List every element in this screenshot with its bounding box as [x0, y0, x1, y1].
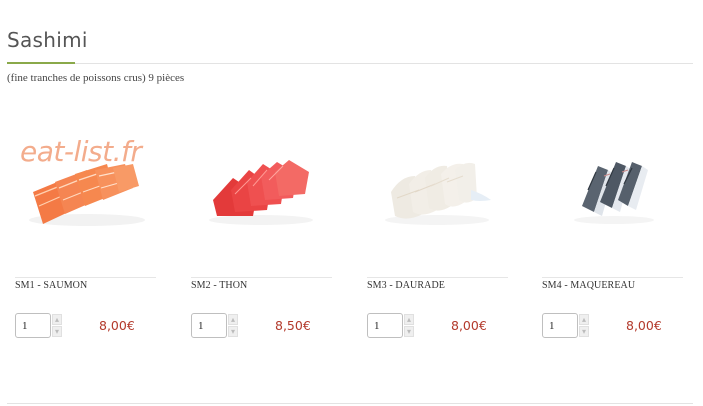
product-card-sea-bream: SM3 - DAURADE ▴ ▾ 8,00€: [367, 120, 508, 350]
chevron-up-icon[interactable]: ▴: [228, 314, 238, 325]
watermark: eat-list.fr: [20, 135, 142, 168]
chevron-up-icon[interactable]: ▴: [52, 314, 62, 325]
title-accent-bar: [7, 62, 75, 64]
tuna-sashimi-image[interactable]: [191, 120, 332, 250]
chevron-down-icon[interactable]: ▾: [579, 326, 589, 337]
quantity-input[interactable]: [191, 313, 227, 338]
chevron-down-icon[interactable]: ▾: [404, 326, 414, 337]
product-name[interactable]: SM1 - SAUMON: [15, 280, 87, 291]
product-name[interactable]: SM3 - DAURADE: [367, 280, 445, 291]
section-title: Sashimi: [7, 28, 88, 52]
sea-bream-sashimi-image[interactable]: [367, 120, 508, 250]
product-price: 8,50€: [275, 318, 311, 333]
quantity-input[interactable]: [15, 313, 51, 338]
product-divider: [15, 277, 156, 278]
product-name[interactable]: SM2 - THON: [191, 280, 247, 291]
product-price: 8,00€: [99, 318, 135, 333]
quantity-input[interactable]: [542, 313, 578, 338]
mackerel-sashimi-image[interactable]: [542, 120, 683, 250]
chevron-down-icon[interactable]: ▾: [52, 326, 62, 337]
product-price: 8,00€: [451, 318, 487, 333]
bottom-divider: [7, 403, 693, 404]
chevron-up-icon[interactable]: ▴: [579, 314, 589, 325]
product-price: 8,00€: [626, 318, 662, 333]
product-name[interactable]: SM4 - MAQUEREAU: [542, 280, 635, 291]
section-subtitle: (fine tranches de poissons crus) 9 pièce…: [7, 72, 185, 84]
quantity-stepper[interactable]: ▴ ▾: [367, 313, 415, 338]
product-divider: [542, 277, 683, 278]
quantity-input[interactable]: [367, 313, 403, 338]
chevron-up-icon[interactable]: ▴: [404, 314, 414, 325]
quantity-stepper[interactable]: ▴ ▾: [15, 313, 63, 338]
product-card-tuna: SM2 - THON ▴ ▾ 8,50€: [191, 120, 332, 350]
quantity-stepper[interactable]: ▴ ▾: [191, 313, 239, 338]
quantity-stepper[interactable]: ▴ ▾: [542, 313, 590, 338]
product-divider: [367, 277, 508, 278]
chevron-down-icon[interactable]: ▾: [228, 326, 238, 337]
product-card-mackerel: SM4 - MAQUEREAU ▴ ▾ 8,00€: [542, 120, 683, 350]
product-divider: [191, 277, 332, 278]
title-divider: [7, 63, 693, 64]
